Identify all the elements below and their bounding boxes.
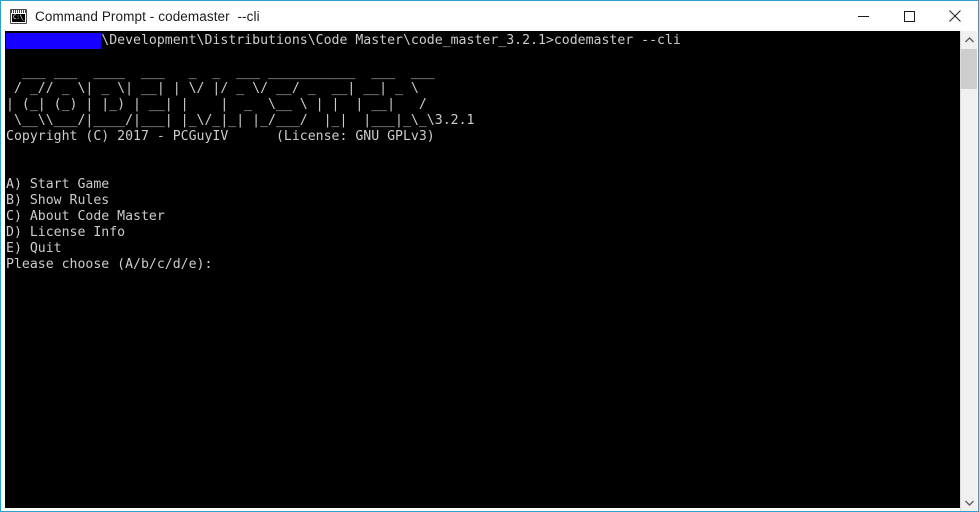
banner-line-1: ___ ___ ____ ___ _ _ ___ ___________ ___… <box>6 65 435 80</box>
menu-item-a[interactable]: A) Start Game <box>6 177 109 192</box>
scroll-down-arrow-icon[interactable] <box>961 494 977 511</box>
prompt-path: \Development\Distributions\Code Master\c… <box>101 33 554 48</box>
title-bar[interactable]: C:\_ Command Prompt - codemaster --cli <box>1 1 978 31</box>
command-prompt-window: C:\_ Command Prompt - codemaster --cli \… <box>0 0 979 512</box>
window-title: Command Prompt - codemaster --cli <box>35 8 260 24</box>
banner-line-4-wrap: \__\\___/|____/|___| |_\/_|_| |_/___/ |_… <box>6 113 475 128</box>
console-line-blank-2 <box>6 145 14 160</box>
menu-item-e[interactable]: E) Quit <box>6 241 62 256</box>
banner-version: 3.2.1 <box>434 113 475 128</box>
minimize-button[interactable] <box>840 1 886 31</box>
choose-prompt[interactable]: Please choose (A/b/c/d/e): <box>6 257 212 272</box>
icon-titlebar-stripes <box>11 9 26 13</box>
command-prompt-icon[interactable]: C:\_ <box>10 8 27 24</box>
banner-line-2: / _// _ \| _ \| __| | \/ |/ _ \/ __/ _ _… <box>6 81 419 96</box>
copyright-line: Copyright (C) 2017 - PCGuyIV (License: G… <box>6 129 435 144</box>
redacted-path-block <box>6 33 102 49</box>
console-line-prompt: \Development\Distributions\Code Master\c… <box>6 33 681 49</box>
scrollbar-track[interactable] <box>961 48 977 494</box>
banner-line-4: \__\\___/|____/|___| |_\/_|_| |_/___/ |_… <box>6 113 435 128</box>
banner-line-3: | (_| (_) | |_) | __| | | _ \__ \ | | | … <box>6 97 427 112</box>
icon-prompt-glyph: C:\_ <box>12 13 27 22</box>
console-scrollbar[interactable] <box>960 31 977 511</box>
console-line-blank-3 <box>6 161 14 176</box>
scroll-up-arrow-icon[interactable] <box>961 31 977 48</box>
scroll-thumb[interactable] <box>961 49 977 89</box>
menu-item-b[interactable]: B) Show Rules <box>6 193 109 208</box>
caption-button-group <box>840 1 978 31</box>
console-line-blank-1 <box>6 49 14 64</box>
console-text-buffer: \Development\Distributions\Code Master\c… <box>6 33 956 273</box>
menu-item-d[interactable]: D) License Info <box>6 225 125 240</box>
menu-item-c[interactable]: C) About Code Master <box>6 209 165 224</box>
maximize-button[interactable] <box>886 1 932 31</box>
close-button[interactable] <box>932 1 978 31</box>
prompt-command: codemaster --cli <box>553 33 681 48</box>
console-output-area[interactable]: \Development\Distributions\Code Master\c… <box>5 31 974 508</box>
